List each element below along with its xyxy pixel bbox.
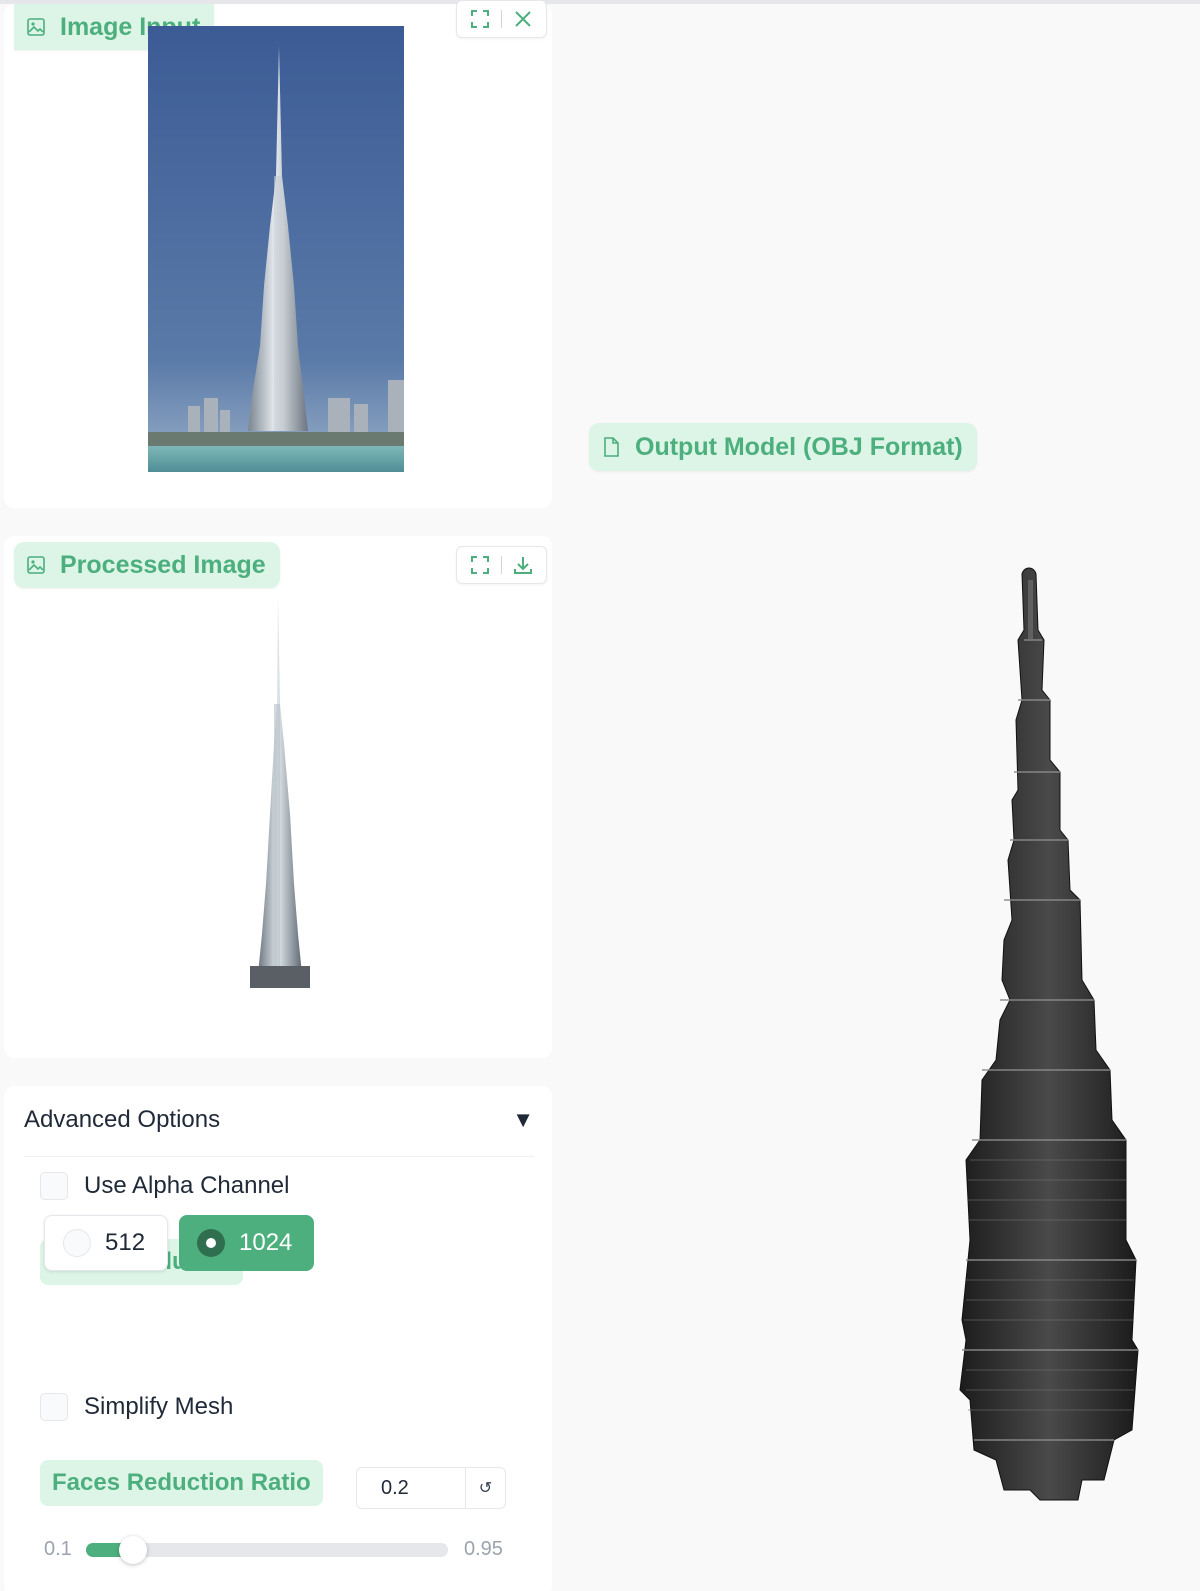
- faces-reduction-ratio-input[interactable]: [357, 1468, 465, 1508]
- processed-image-label-text: Processed Image: [60, 550, 266, 579]
- reset-icon: ↺: [478, 1480, 493, 1497]
- close-icon: [515, 11, 531, 27]
- fullscreen-icon: [471, 10, 489, 28]
- radio-indicator: [63, 1229, 91, 1257]
- toolbar-separator: [501, 556, 502, 574]
- image-input-toolbar: [456, 0, 547, 38]
- simplify-mesh-checkbox[interactable]: Simplify Mesh: [40, 1393, 233, 1421]
- radio-label-512: 512: [105, 1229, 146, 1256]
- processed-image-label: Processed Image: [14, 542, 280, 588]
- slider-max-label: 0.95: [464, 1538, 503, 1560]
- image-input-panel: Image Input: [4, 0, 552, 508]
- output-model-label-text: Output Model (OBJ Format): [635, 432, 963, 461]
- faces-reduction-ratio-slider[interactable]: [86, 1536, 448, 1564]
- fullscreen-icon: [471, 556, 489, 574]
- image-icon: [27, 556, 45, 574]
- clear-image-button[interactable]: [508, 4, 538, 34]
- advanced-options-toggle[interactable]: Advanced Options ▼: [24, 1106, 534, 1134]
- checkbox-box[interactable]: [40, 1172, 68, 1200]
- image-icon: [27, 18, 45, 36]
- download-icon: [514, 557, 532, 574]
- faces-reduction-ratio-number: ↺: [356, 1467, 506, 1509]
- checkbox-box[interactable]: [40, 1393, 68, 1421]
- divider: [24, 1156, 534, 1157]
- use-alpha-channel-label: Use Alpha Channel: [84, 1172, 290, 1199]
- 3d-model-viewer[interactable]: [900, 560, 1180, 1520]
- processed-image-panel: Processed Image: [4, 536, 552, 1058]
- input-photo: [148, 26, 404, 472]
- collapse-triangle-icon: ▼: [512, 1107, 534, 1132]
- radio-indicator: [197, 1229, 225, 1257]
- output-model-label: Output Model (OBJ Format): [589, 423, 977, 471]
- fullscreen-button[interactable]: [465, 550, 495, 580]
- processed-photo: [250, 594, 310, 988]
- toolbar-separator: [501, 10, 502, 28]
- advanced-options-panel: Advanced Options ▼: [4, 1086, 552, 1591]
- radio-label-1024: 1024: [239, 1229, 293, 1256]
- simplify-mesh-label: Simplify Mesh: [84, 1393, 234, 1420]
- fullscreen-button[interactable]: [465, 4, 495, 34]
- use-alpha-channel-checkbox[interactable]: Use Alpha Channel: [40, 1172, 289, 1200]
- sdf-resolution-option-1024[interactable]: 1024: [179, 1215, 315, 1271]
- reset-button[interactable]: ↺: [465, 1468, 505, 1508]
- file-icon: [604, 437, 619, 457]
- advanced-options-title: Advanced Options: [24, 1106, 221, 1133]
- processed-image-toolbar: [456, 546, 547, 584]
- sdf-resolution-option-512[interactable]: 512: [44, 1215, 169, 1271]
- slider-thumb[interactable]: [118, 1536, 147, 1564]
- download-button[interactable]: [508, 550, 538, 580]
- faces-reduction-ratio-label: Faces Reduction Ratio: [40, 1460, 323, 1506]
- slider-min-label: 0.1: [44, 1538, 72, 1560]
